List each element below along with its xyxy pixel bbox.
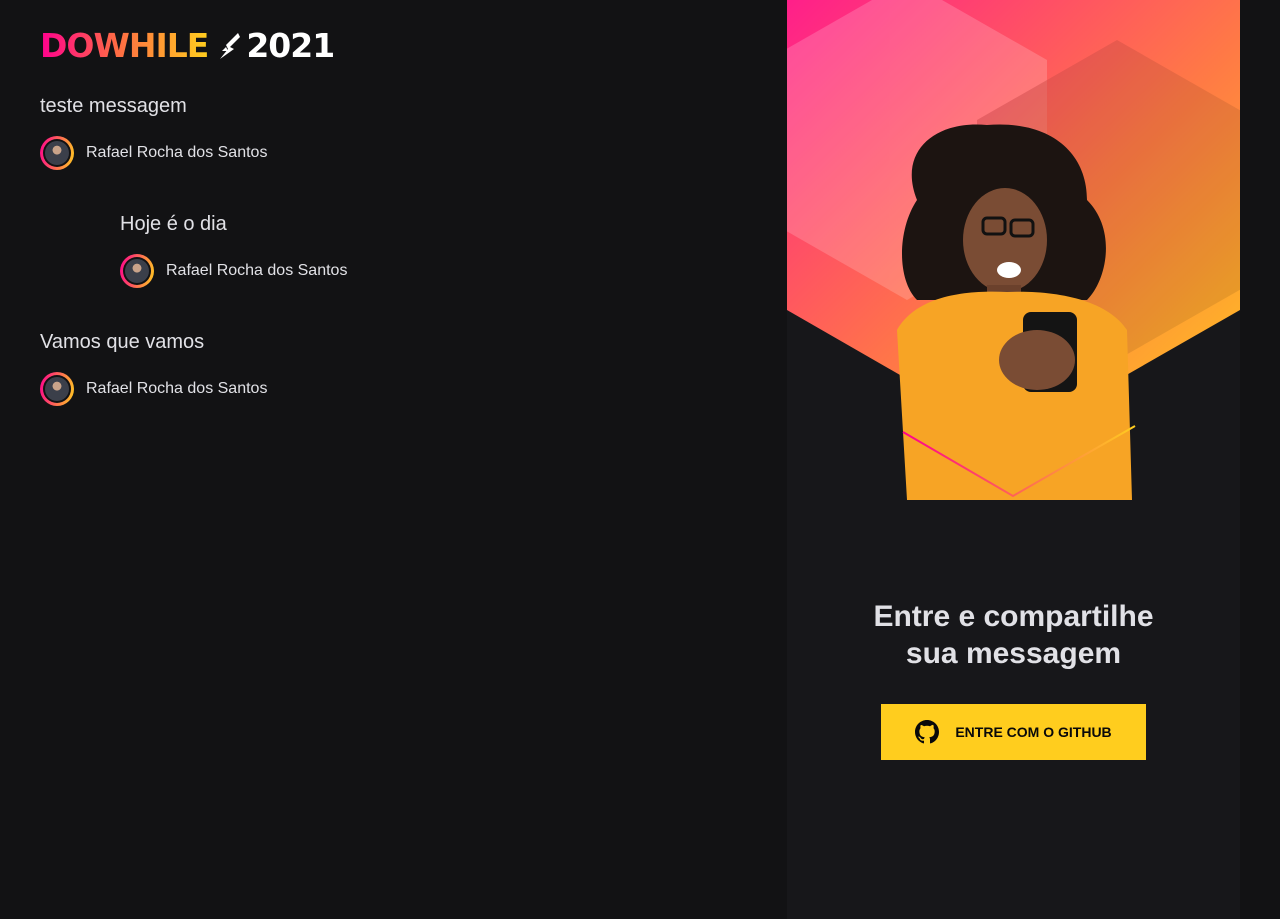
message-list: teste messagem Rafael Rocha dos Santos H… xyxy=(40,92,740,446)
avatar-image xyxy=(43,375,71,403)
avatar-image xyxy=(43,139,71,167)
message-text: teste messagem xyxy=(40,95,187,117)
login-panel: Entre e compartilhe sua messagem ENTRE C… xyxy=(787,0,1240,919)
message-text: Vamos que vamos xyxy=(40,331,205,353)
login-headline: Entre e compartilhe sua messagem xyxy=(787,598,1240,672)
message-author: Rafael Rocha dos Santos xyxy=(40,372,740,406)
hero-banner xyxy=(787,0,1240,500)
user-photo xyxy=(125,259,149,283)
headline-line-2: sua messagem xyxy=(905,637,1122,670)
github-login-button[interactable]: ENTRE COM O GITHUB xyxy=(881,704,1146,760)
message-wall: DOWHILE 2021 teste messagem Rafael Rocha… xyxy=(0,0,787,919)
message-item: Hoje é o dia Rafael Rocha dos Santos xyxy=(120,210,740,328)
avatar xyxy=(40,136,74,170)
user-photo xyxy=(45,377,69,401)
user-photo xyxy=(45,141,69,165)
message-item: teste messagem Rafael Rocha dos Santos xyxy=(40,92,740,210)
avatar-image xyxy=(123,257,151,285)
headline-line-1: Entre e compartilhe xyxy=(873,600,1154,633)
author-name: Rafael Rocha dos Santos xyxy=(166,262,348,279)
message-author: Rafael Rocha dos Santos xyxy=(120,254,740,288)
avatar xyxy=(120,254,154,288)
github-icon xyxy=(915,720,940,744)
message-item: Vamos que vamos Rafael Rocha dos Santos xyxy=(40,328,740,446)
right-gutter xyxy=(1240,0,1280,919)
logo-wordmark: DOWHILE xyxy=(40,26,209,65)
github-login-label: ENTRE COM O GITHUB xyxy=(955,724,1112,740)
logo-year: 2021 xyxy=(246,26,335,65)
dowhile-logo: DOWHILE 2021 xyxy=(40,28,370,64)
avatar xyxy=(40,372,74,406)
author-name: Rafael Rocha dos Santos xyxy=(86,144,268,161)
message-text: Hoje é o dia xyxy=(120,213,227,235)
author-name: Rafael Rocha dos Santos xyxy=(86,380,268,397)
rocket-icon xyxy=(220,33,241,59)
page: DOWHILE 2021 teste messagem Rafael Rocha… xyxy=(0,0,1280,919)
message-author: Rafael Rocha dos Santos xyxy=(40,136,740,170)
